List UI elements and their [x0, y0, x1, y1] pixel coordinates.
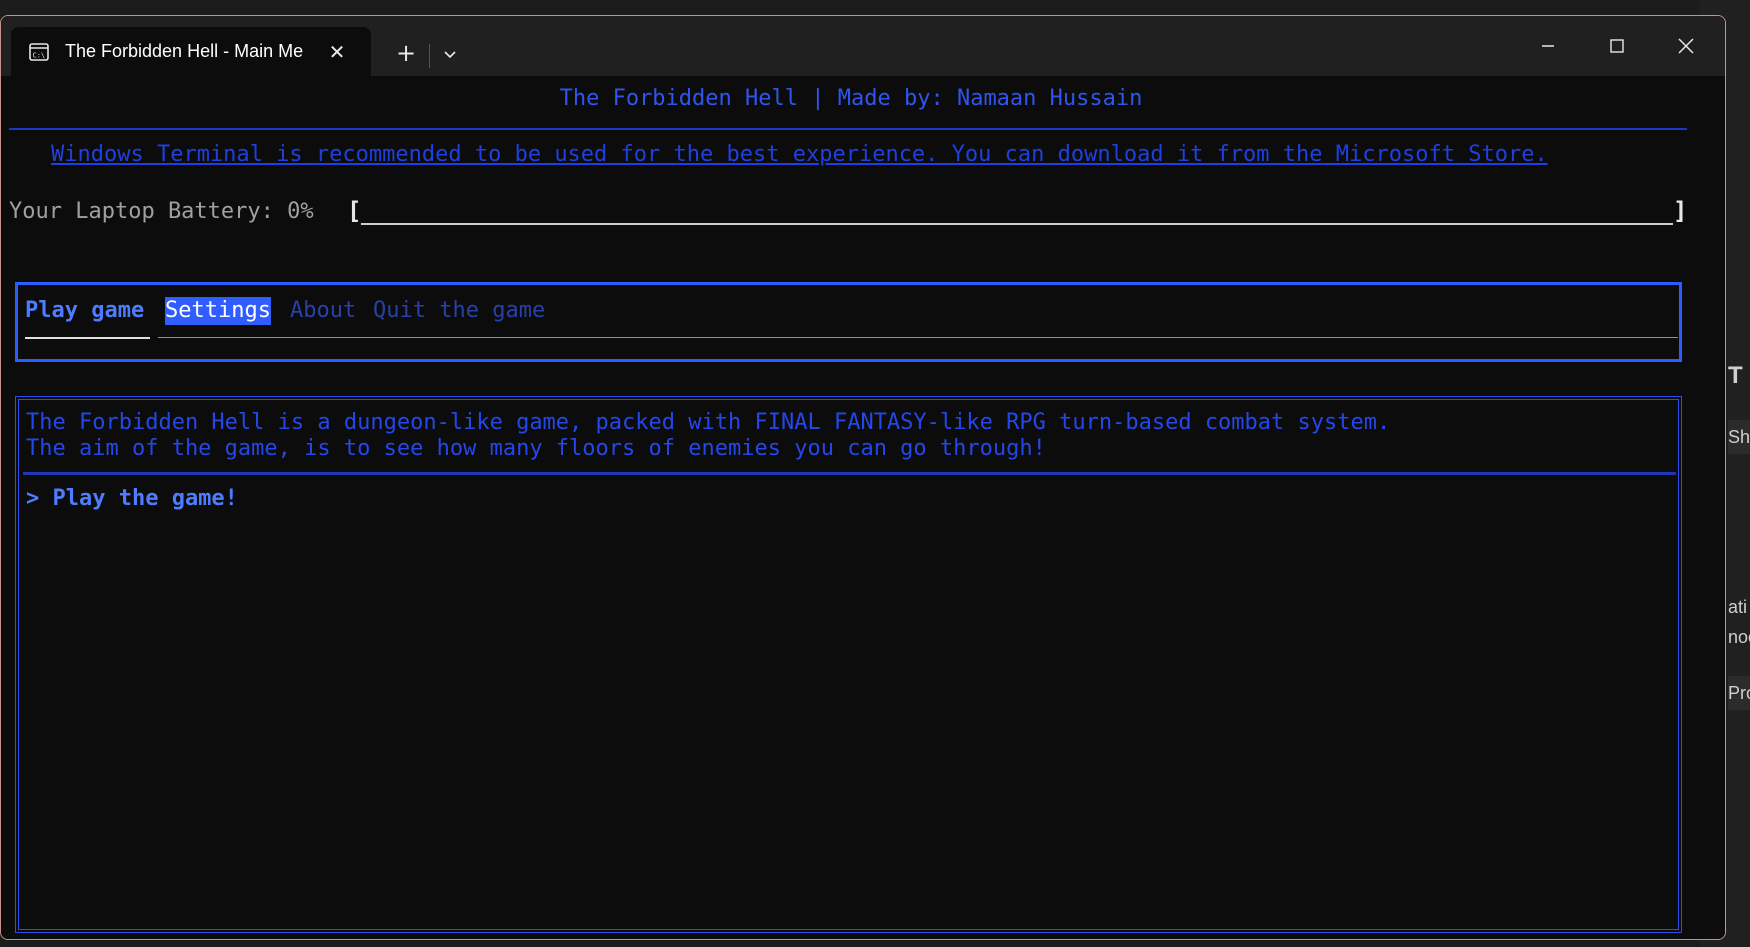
minimize-icon	[1542, 45, 1554, 47]
maximize-button[interactable]	[1587, 26, 1647, 66]
menu-item-settings[interactable]: Settings	[165, 297, 271, 325]
minimize-button[interactable]	[1518, 26, 1578, 66]
close-icon	[1678, 38, 1694, 54]
terminal-window: C:\ The Forbidden Hell - Main Me ✕ + The…	[0, 15, 1726, 940]
terminal-content[interactable]: The Forbidden Hell | Made by: Namaan Hus…	[1, 76, 1725, 939]
content-panel: The Forbidden Hell is a dungeon-like gam…	[15, 396, 1682, 933]
desktop-fragment: Sh	[1728, 420, 1750, 454]
active-tab-indicator	[25, 337, 150, 339]
tab-title: The Forbidden Hell - Main Me	[65, 41, 304, 61]
titlebar-divider	[429, 44, 430, 68]
battery-bracket-left: [	[347, 197, 362, 225]
play-game-option[interactable]: > Play the game!	[26, 486, 238, 511]
battery-bracket-right: ]	[1673, 197, 1688, 225]
new-tab-button[interactable]: +	[391, 38, 421, 68]
terminal-icon: C:\	[27, 40, 51, 64]
battery-progress-bar	[361, 223, 1673, 225]
main-menu: Play game Settings About Quit the game	[15, 282, 1682, 362]
description-line: The aim of the game, is to see how many …	[26, 436, 1046, 461]
terminal-tab[interactable]: C:\ The Forbidden Hell - Main Me ✕	[11, 27, 371, 76]
desktop-fragment: noc	[1728, 627, 1750, 647]
chevron-down-icon[interactable]	[437, 42, 463, 68]
content-divider	[23, 472, 1676, 475]
battery-label: Your Laptop Battery: 0%	[9, 199, 314, 224]
page-title: The Forbidden Hell | Made by: Namaan Hus…	[559, 86, 1143, 111]
svg-text:C:\: C:\	[33, 51, 46, 59]
close-tab-icon[interactable]: ✕	[323, 40, 351, 64]
close-window-button[interactable]	[1656, 26, 1716, 66]
maximize-icon	[1610, 39, 1624, 53]
menu-item-quit[interactable]: Quit the game	[373, 297, 545, 325]
menu-item-about[interactable]: About	[290, 297, 356, 325]
description-line: The Forbidden Hell is a dungeon-like gam…	[26, 410, 1391, 435]
header-divider	[9, 128, 1687, 130]
desktop-fragment: Pro	[1728, 676, 1750, 710]
windows-terminal-notice-link[interactable]: Windows Terminal is recommended to be us…	[51, 142, 1548, 167]
desktop-fragment: ati	[1728, 597, 1748, 617]
tab-bar-baseline	[158, 337, 1678, 338]
title-bar: C:\ The Forbidden Hell - Main Me ✕ +	[1, 16, 1725, 76]
menu-item-play-game[interactable]: Play game	[25, 297, 144, 325]
desktop-fragment: T	[1728, 362, 1743, 389]
